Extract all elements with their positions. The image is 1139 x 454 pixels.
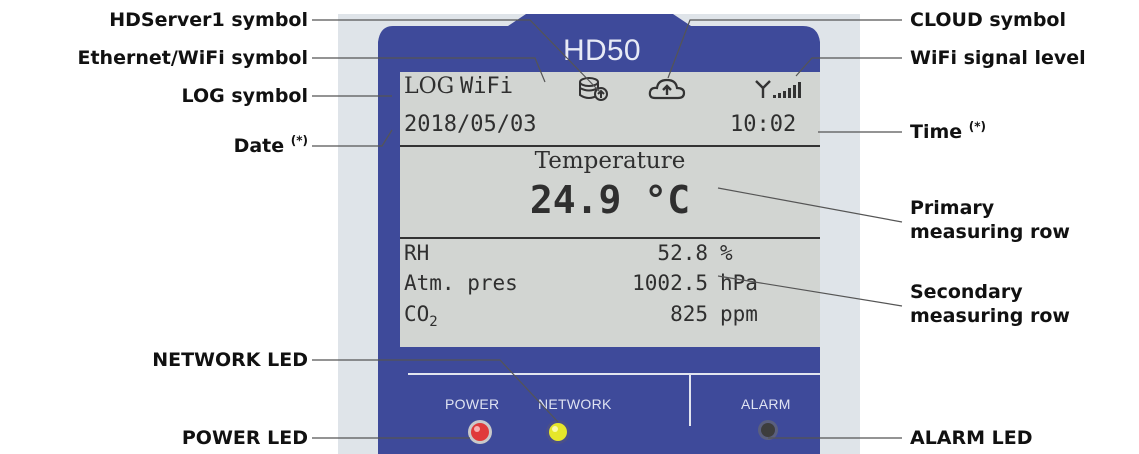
label-time: Time (*) [910, 119, 987, 143]
label-primary-line1: Primary [910, 197, 995, 219]
label-log-symbol: LOG symbol [181, 85, 308, 107]
primary-value: 24.9 °C [529, 178, 691, 222]
power-panel-label: POWER [445, 396, 500, 412]
row-unit-rh: % [720, 241, 733, 265]
row-name-rh: RH [404, 241, 430, 265]
date-value: 2018/05/03 [404, 112, 537, 137]
row-unit-co2: ppm [720, 302, 758, 326]
wifi-symbol: WiFi [460, 74, 513, 99]
label-power-led: POWER LED [181, 427, 308, 449]
row-value-pres: 1002.5 [632, 271, 708, 295]
power-led [468, 420, 492, 444]
row-name-co2: CO2 [404, 302, 438, 331]
alarm-panel-label: ALARM [741, 396, 791, 412]
row-value-co2: 825 [670, 302, 708, 326]
alarm-led [758, 420, 778, 440]
model-name: HD50 [563, 34, 641, 67]
label-hdserver-symbol: HDServer1 symbol [109, 9, 308, 31]
device-body: HD50 LOG WiFi 2018/05/03 10:02 Temperatu… [338, 14, 860, 454]
row-value-rh: 52.8 [657, 241, 708, 265]
wifi-signal-icon [755, 80, 801, 98]
time-value: 10:02 [730, 112, 797, 137]
label-secondary-line2: measuring row [910, 305, 1070, 327]
database-icon [579, 77, 608, 101]
network-led [546, 420, 570, 444]
primary-name: Temperature [534, 148, 686, 174]
label-alarm-led: ALARM LED [910, 427, 1033, 449]
cloud-icon [648, 78, 686, 100]
label-date: Date (*) [233, 133, 308, 157]
label-network-led: NETWORK LED [152, 349, 308, 371]
label-ethernet-wifi-symbol: Ethernet/WiFi symbol [77, 47, 308, 69]
row-unit-pres: hPa [720, 271, 758, 295]
label-cloud-symbol: CLOUD symbol [910, 9, 1066, 31]
label-wifi-signal-level: WiFi signal level [910, 47, 1086, 69]
row-name-pres: Atm. pres [404, 271, 518, 295]
label-primary-line2: measuring row [910, 221, 1070, 243]
network-panel-label: NETWORK [538, 396, 612, 412]
label-secondary-line1: Secondary [910, 281, 1023, 303]
log-symbol: LOG [404, 74, 455, 99]
